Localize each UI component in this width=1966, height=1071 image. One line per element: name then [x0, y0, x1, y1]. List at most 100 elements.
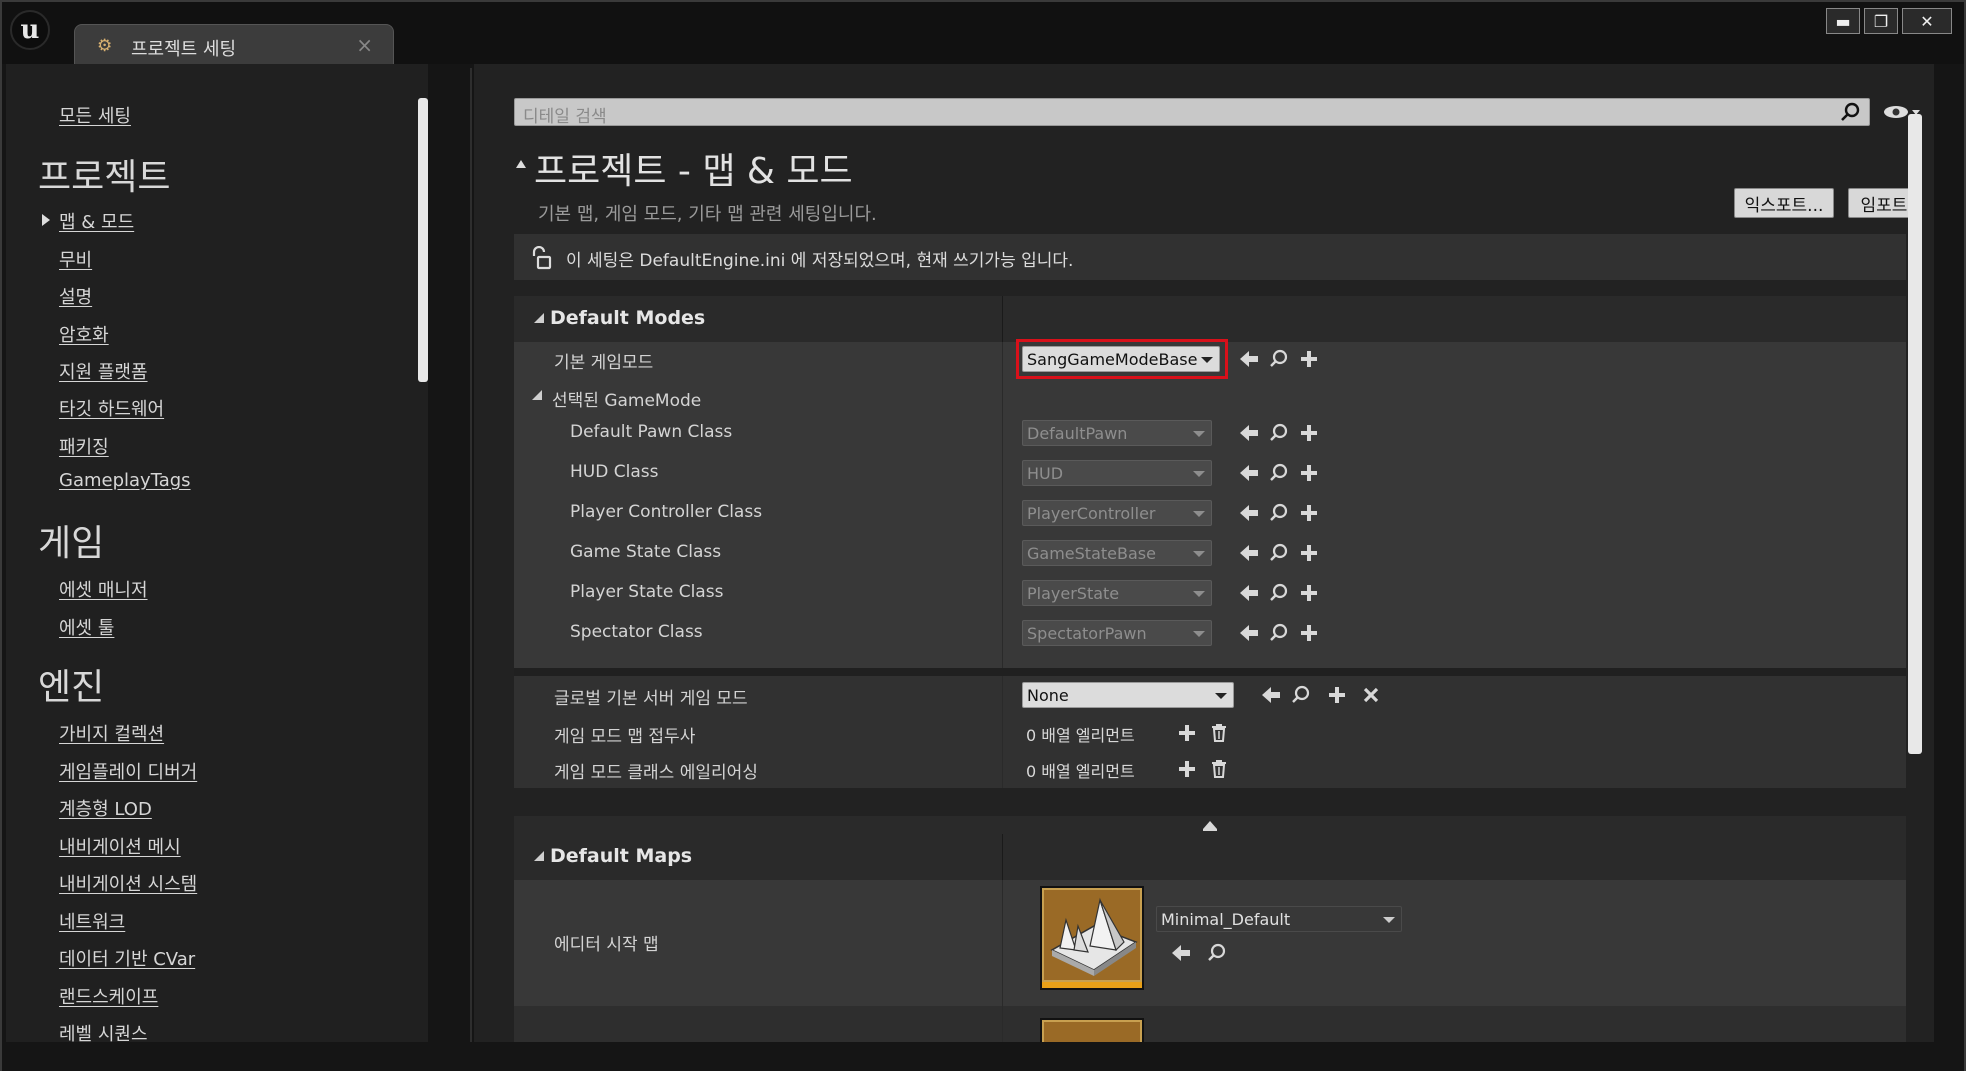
global-server-combo[interactable]: None — [1022, 682, 1234, 708]
sidebar-item-supported-platforms[interactable]: 지원 플랫폼 — [59, 358, 148, 384]
sidebar-item-navigation-system[interactable]: 내비게이션 시스템 — [59, 870, 197, 896]
clear-x-icon[interactable] — [1360, 684, 1382, 706]
map-thumbnail[interactable] — [1040, 1018, 1144, 1042]
gamemode-class-alias-row: 게임 모드 클래스 에일리어싱 0 배열 엘리먼트 — [514, 752, 1906, 788]
add-plus-icon[interactable] — [1298, 542, 1320, 564]
browse-search-icon[interactable] — [1268, 542, 1290, 564]
trash-icon[interactable] — [1208, 722, 1230, 744]
sidebar-item-garbage-collection[interactable]: 가비지 컬렉션 — [59, 720, 164, 746]
sidebar-item-level-sequence[interactable]: 레벨 시퀀스 — [59, 1020, 148, 1042]
use-selected-arrow-icon[interactable] — [1238, 622, 1260, 644]
hud-class-row: HUD Class HUD — [514, 454, 1906, 494]
browse-search-icon[interactable] — [1268, 622, 1290, 644]
trash-icon[interactable] — [1208, 758, 1230, 780]
add-plus-icon[interactable] — [1176, 722, 1198, 744]
add-plus-icon[interactable] — [1298, 348, 1320, 370]
unlocked-icon — [532, 246, 552, 270]
collapse-triangle-icon[interactable] — [534, 851, 544, 861]
add-plus-icon[interactable] — [1298, 622, 1320, 644]
browse-search-icon[interactable] — [1268, 502, 1290, 524]
sidebar-item-description[interactable]: 설명 — [59, 283, 92, 309]
sidebar-item-asset-manager[interactable]: 에셋 매니저 — [59, 576, 148, 602]
combo-value: SangGameModeBase — [1027, 350, 1198, 369]
search-icon[interactable] — [1839, 101, 1861, 123]
section-collapse-icon[interactable] — [516, 160, 526, 168]
minimize-button[interactable]: ▬ — [1826, 8, 1860, 34]
details-search-input[interactable]: 디테일 검색 — [514, 98, 1870, 127]
tab-project-settings[interactable]: ⚙ 프로젝트 세팅 × — [74, 24, 394, 66]
sidebar-item-movies[interactable]: 무비 — [59, 246, 92, 272]
game-state-combo[interactable]: GameStateBase — [1022, 540, 1212, 566]
add-plus-icon[interactable] — [1298, 582, 1320, 604]
add-plus-icon[interactable] — [1298, 462, 1320, 484]
chevron-down-icon — [1193, 511, 1205, 517]
add-plus-icon[interactable] — [1298, 502, 1320, 524]
sidebar-item-network[interactable]: 네트워크 — [59, 908, 125, 934]
use-selected-arrow-icon[interactable] — [1238, 502, 1260, 524]
browse-search-icon[interactable] — [1268, 422, 1290, 444]
collapse-triangle-icon[interactable] — [534, 313, 544, 323]
default-pawn-combo[interactable]: DefaultPawn — [1022, 420, 1212, 446]
title-bar[interactable]: u ⚙ 프로젝트 세팅 × ▬ ❐ ✕ — [2, 2, 1964, 66]
use-selected-arrow-icon[interactable] — [1260, 684, 1282, 706]
category-default-maps[interactable]: Default Maps — [514, 834, 1906, 880]
browse-search-icon[interactable] — [1268, 348, 1290, 370]
sidebar-item-encryption[interactable]: 암호화 — [59, 321, 109, 347]
editor-startup-map-combo[interactable]: Minimal_Default — [1156, 906, 1402, 932]
browse-search-icon[interactable] — [1268, 582, 1290, 604]
combo-value: GameStateBase — [1027, 544, 1156, 563]
sidebar-item-gameplaytags[interactable]: GameplayTags — [59, 470, 191, 491]
sidebar-item-packaging[interactable]: 패키징 — [59, 433, 109, 459]
next-map-row — [514, 1006, 1906, 1042]
export-button[interactable]: 익스포트... — [1734, 188, 1834, 218]
sidebar-item-target-hardware[interactable]: 타깃 하드웨어 — [59, 395, 164, 421]
player-state-combo[interactable]: PlayerState — [1022, 580, 1212, 606]
map-thumbnail-image — [1044, 1022, 1140, 1042]
column-divider — [1002, 1006, 1003, 1042]
advanced-collapse-bar[interactable] — [514, 816, 1906, 834]
tab-close-icon[interactable]: × — [356, 33, 373, 57]
use-selected-arrow-icon[interactable] — [1238, 422, 1260, 444]
panel-splitter[interactable] — [428, 64, 474, 1042]
tab-label: 프로젝트 세팅 — [131, 39, 237, 60]
maximize-button[interactable]: ❐ — [1864, 8, 1898, 34]
hud-combo[interactable]: HUD — [1022, 460, 1212, 486]
sidebar-item-data-driven-cvar[interactable]: 데이터 기반 CVar — [59, 945, 195, 971]
use-selected-arrow-icon[interactable] — [1238, 462, 1260, 484]
chevron-down-icon — [1193, 591, 1205, 597]
default-gamemode-label: 기본 게임모드 — [554, 353, 654, 373]
add-plus-icon[interactable] — [1298, 422, 1320, 444]
spectator-combo[interactable]: SpectatorPawn — [1022, 620, 1212, 646]
map-thumbnail-image — [1044, 890, 1140, 980]
sidebar-item-maps-modes[interactable]: 맵 & 모드 — [59, 208, 134, 234]
use-selected-arrow-icon[interactable] — [1238, 582, 1260, 604]
details-scrollbar[interactable] — [1908, 114, 1922, 754]
project-settings-window: u ⚙ 프로젝트 세팅 × ▬ ❐ ✕ 모든 세팅 프로젝트 맵 & 모드 무비… — [0, 0, 1966, 1071]
chevron-up-icon[interactable] — [1202, 818, 1218, 832]
page-description: 기본 맵, 게임 모드, 기타 맵 관련 세팅입니다. — [538, 204, 877, 225]
add-plus-icon[interactable] — [1176, 758, 1198, 780]
add-plus-icon[interactable] — [1326, 684, 1348, 706]
sidebar-item-landscape[interactable]: 랜드스케이프 — [59, 983, 158, 1009]
settings-gear-icon: ⚙ — [97, 36, 113, 56]
sidebar-item-asset-tools[interactable]: 에셋 툴 — [59, 614, 114, 640]
selected-gamemode-row[interactable]: 선택된 GameMode — [514, 378, 1906, 414]
browse-search-icon[interactable] — [1206, 942, 1228, 964]
sidebar-item-all-settings[interactable]: 모든 세팅 — [59, 102, 131, 128]
combo-value: DefaultPawn — [1027, 424, 1128, 443]
player-controller-combo[interactable]: PlayerController — [1022, 500, 1212, 526]
sidebar-item-gameplay-debugger[interactable]: 게임플레이 디버거 — [59, 758, 197, 784]
use-selected-arrow-icon[interactable] — [1238, 348, 1260, 370]
map-thumbnail[interactable] — [1040, 886, 1144, 990]
category-default-modes[interactable]: Default Modes — [514, 296, 1906, 342]
browse-search-icon[interactable] — [1290, 684, 1312, 706]
collapse-triangle-icon[interactable] — [532, 390, 542, 400]
sidebar-scrollbar[interactable] — [418, 98, 428, 382]
browse-search-icon[interactable] — [1268, 462, 1290, 484]
sidebar-item-hierarchical-lod[interactable]: 계층형 LOD — [59, 795, 152, 821]
use-selected-arrow-icon[interactable] — [1238, 542, 1260, 564]
sidebar-item-navigation-mesh[interactable]: 내비게이션 메시 — [59, 833, 181, 859]
close-button[interactable]: ✕ — [1902, 8, 1952, 34]
use-selected-arrow-icon[interactable] — [1170, 942, 1192, 964]
default-gamemode-combo[interactable]: SangGameModeBase — [1022, 346, 1220, 372]
